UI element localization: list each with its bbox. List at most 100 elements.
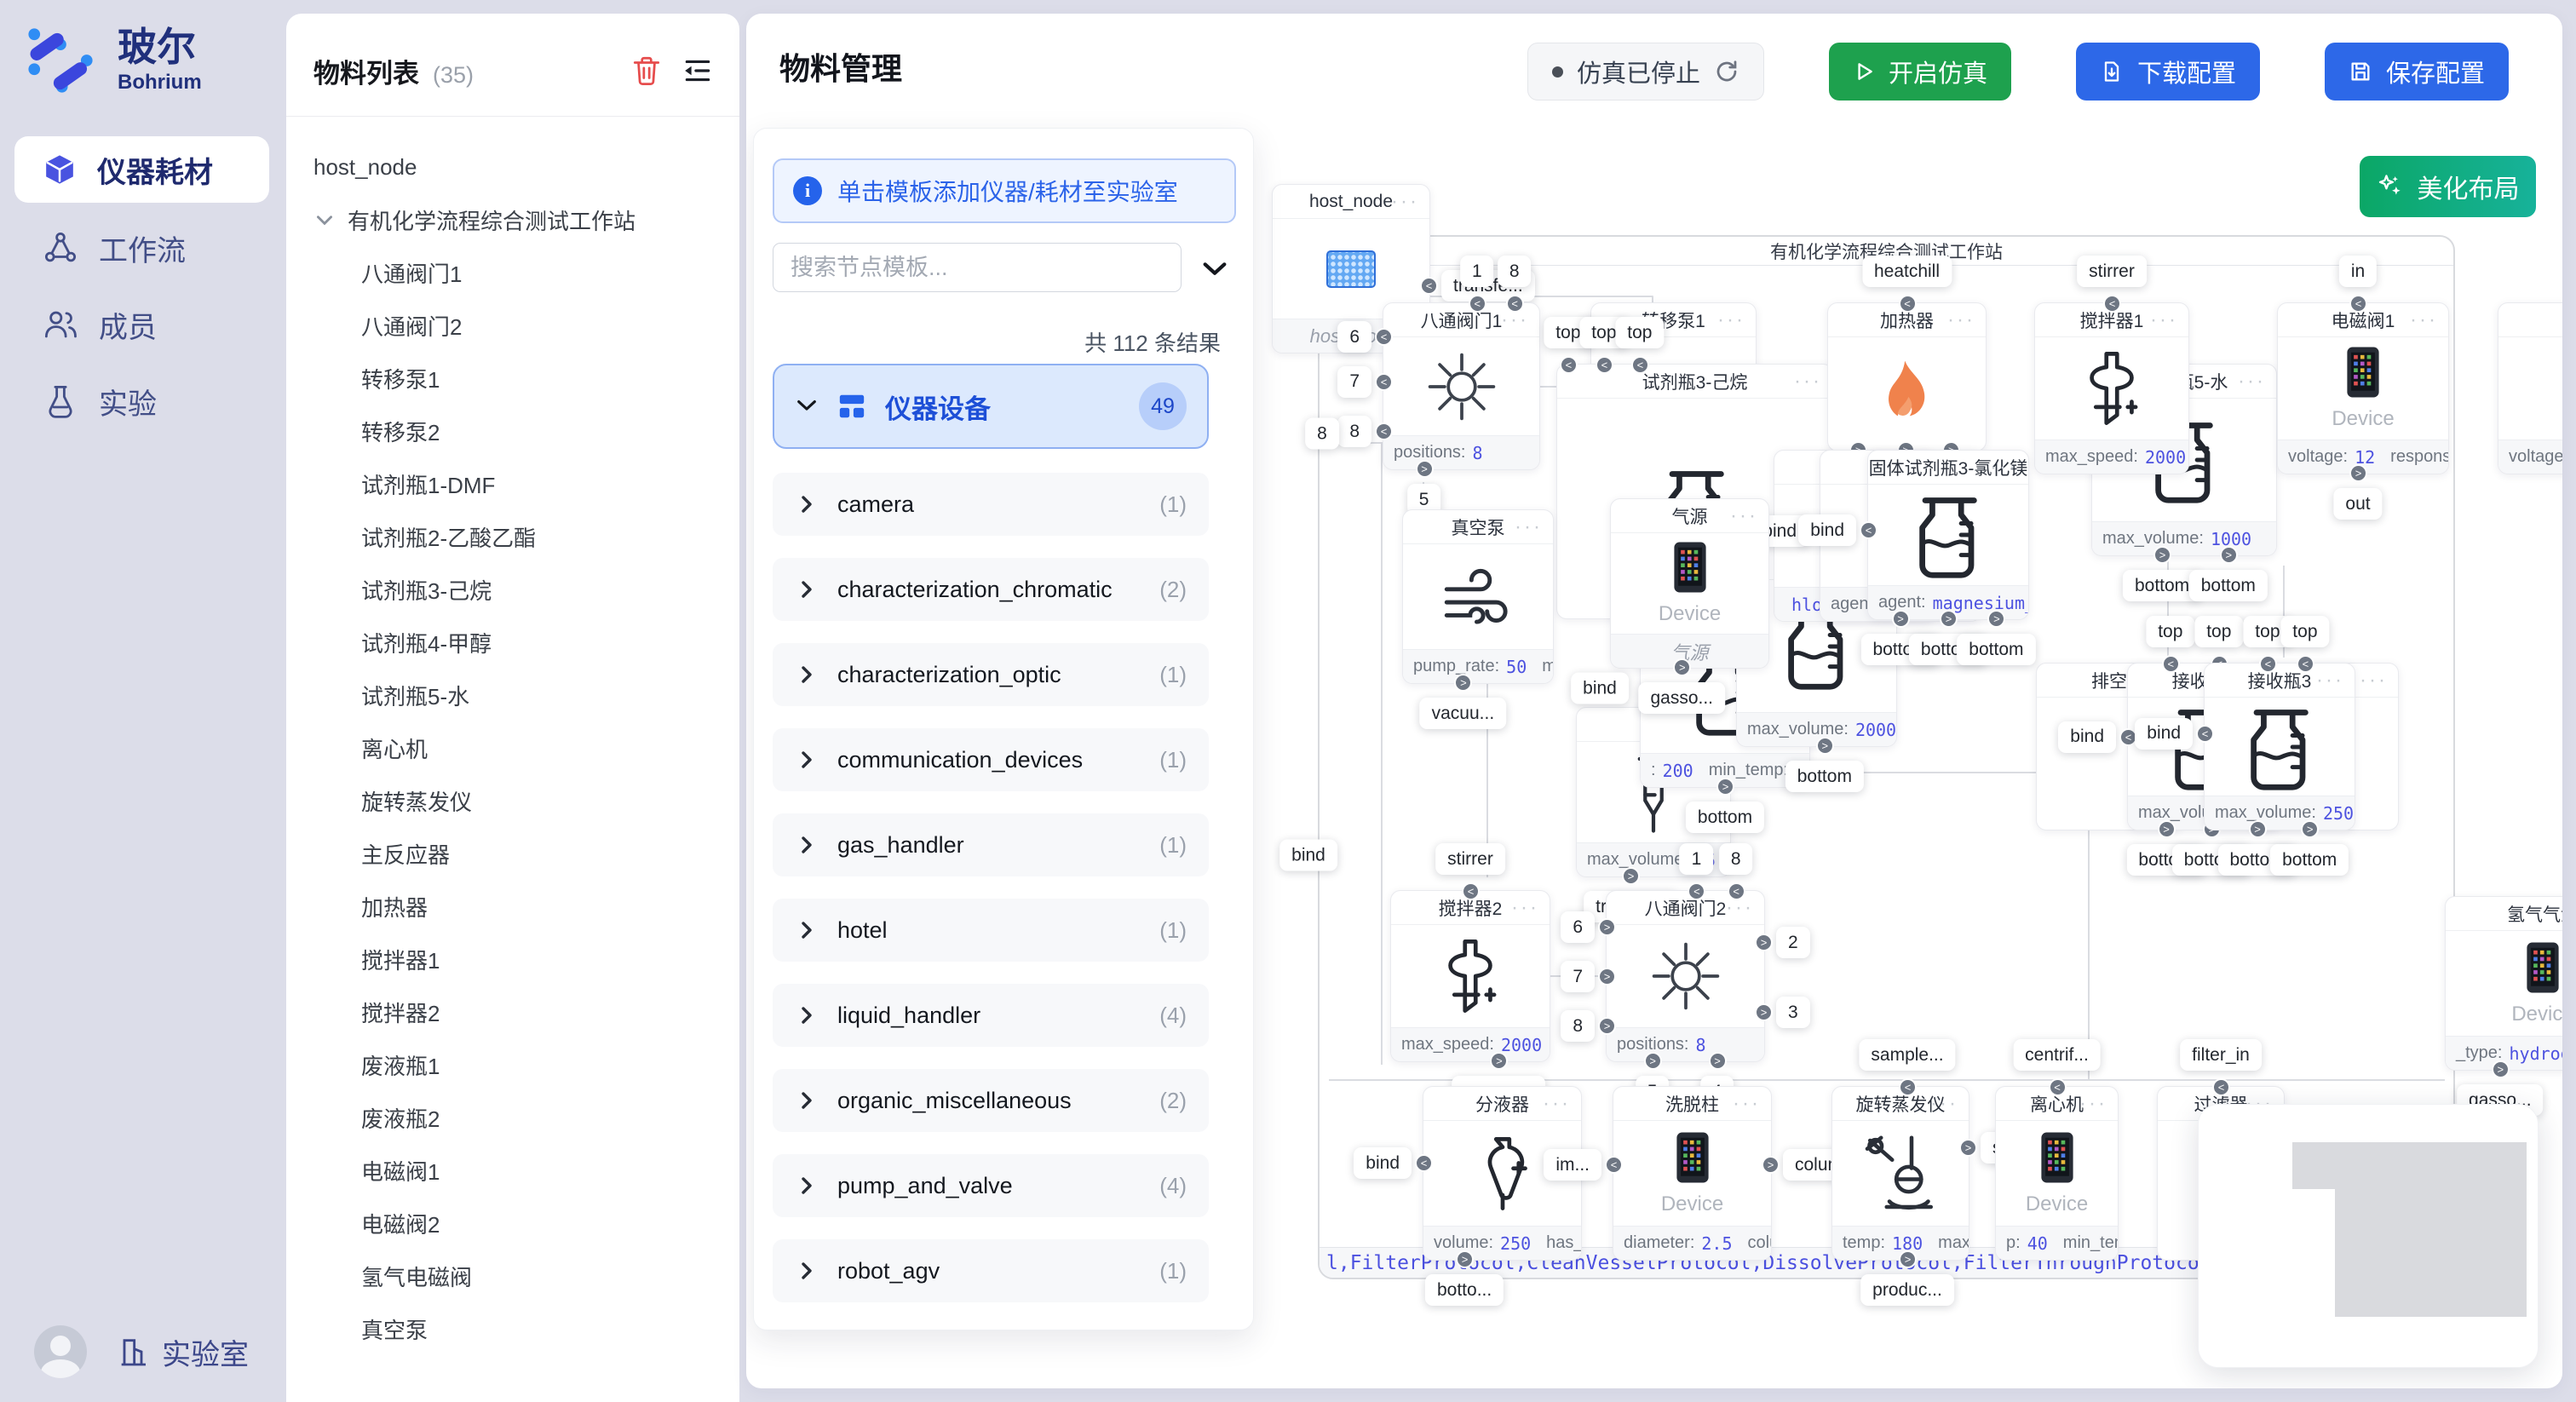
sidebar-item-members[interactable]: 成员: [0, 286, 285, 363]
node-menu-icon[interactable]: ···: [1990, 451, 2018, 485]
port-top[interactable]: top: [2280, 616, 2329, 647]
user-avatar[interactable]: [34, 1325, 87, 1378]
chevron-down-icon[interactable]: [1200, 258, 1229, 280]
node-menu-icon[interactable]: ···: [2079, 1087, 2107, 1121]
simulation-status-badge[interactable]: 仿真已停止: [1527, 43, 1764, 101]
node-menu-icon[interactable]: ···: [1733, 1087, 1761, 1121]
material-item[interactable]: 电磁阀2: [313, 1197, 739, 1250]
port-dot[interactable]: >: [1622, 867, 1640, 885]
flow-canvas[interactable]: 有机化学流程综合测试工作站 l,FilterProtocol,CleanVess…: [746, 14, 2562, 1388]
material-item[interactable]: 八通阀门1: [313, 246, 739, 299]
port-dot[interactable]: >: [2349, 464, 2367, 482]
canvas-node-stirrer1[interactable]: 搅拌器1 ··· max_speed:2000 <stirrer: [2034, 302, 2189, 474]
port-in[interactable]: in: [2339, 256, 2377, 287]
start-simulation-button[interactable]: 开启仿真: [1829, 43, 2011, 101]
port-dot[interactable]: <: [2049, 1078, 2067, 1096]
port-heatchill[interactable]: heatchill: [1862, 256, 1952, 287]
canvas-node-rotavap[interactable]: 旋转蒸发仪 ··· temp:180max_rotation_speed: <s…: [1831, 1086, 1969, 1261]
port-dot[interactable]: >: [1598, 1017, 1616, 1035]
template-item-gas_handler[interactable]: gas_handler (1): [773, 813, 1209, 876]
port-bottom[interactable]: bottom: [1957, 634, 2035, 665]
port-sample...[interactable]: sample...: [1859, 1039, 1955, 1071]
port-vacuu...[interactable]: vacuu...: [1420, 698, 1507, 729]
material-item[interactable]: 搅拌器2: [313, 985, 739, 1038]
port-8[interactable]: 8: [1719, 843, 1753, 875]
port-dot[interactable]: >: [1644, 1052, 1662, 1070]
port-dot[interactable]: <: [2349, 295, 2367, 313]
material-item[interactable]: host_node: [313, 141, 739, 193]
beautify-layout-button[interactable]: 美化布局: [2360, 156, 2536, 217]
node-menu-icon[interactable]: ···: [1511, 891, 1539, 925]
port-centrif...[interactable]: centrif...: [2013, 1039, 2101, 1071]
port-bind[interactable]: bind: [1279, 840, 1337, 871]
material-item[interactable]: 电磁阀1: [313, 1144, 739, 1197]
template-item-communication_devices[interactable]: communication_devices (1): [773, 728, 1209, 791]
material-item[interactable]: 转移泵1: [313, 352, 739, 405]
sidebar-item-experiments[interactable]: 实验: [0, 363, 285, 440]
port-2[interactable]: 2: [1776, 927, 1810, 958]
port-dot[interactable]: <: [2212, 1078, 2230, 1096]
canvas-node-solenoid1[interactable]: 电磁阀1 ··· Device voltage:12response_time:…: [2277, 302, 2449, 474]
save-config-button[interactable]: 保存配置: [2325, 43, 2509, 101]
canvas-node-elution-column[interactable]: 洗脱柱 ··· Device diameter:2.5column_type:s…: [1613, 1086, 1772, 1261]
node-menu-icon[interactable]: ···: [1543, 1087, 1571, 1121]
port-bottom[interactable]: bottom: [1785, 761, 1864, 792]
refresh-icon[interactable]: [1714, 59, 1739, 84]
template-item-camera[interactable]: camera (1): [773, 473, 1209, 536]
canvas-node-stirrer2[interactable]: 搅拌器2 ··· max_speed:2000 <stirrer>separa.…: [1390, 890, 1550, 1062]
port-bind[interactable]: bind: [1571, 673, 1629, 704]
port-dot[interactable]: >: [1959, 1139, 1977, 1157]
port-dot[interactable]: >: [2220, 546, 2238, 564]
material-item[interactable]: 真空泵: [313, 1302, 739, 1355]
template-item-characterization_chromatic[interactable]: characterization_chromatic (2): [773, 558, 1209, 621]
port-dot[interactable]: <: [1462, 882, 1480, 900]
material-item[interactable]: 转移泵2: [313, 405, 739, 457]
template-item-organic_miscellaneous[interactable]: organic_miscellaneous (2): [773, 1069, 1209, 1132]
template-search-input[interactable]: [773, 243, 1182, 292]
canvas-node-centrifuge[interactable]: 离心机 ··· Device p:40min_temp:4max_spe <ce…: [1995, 1086, 2119, 1261]
material-item[interactable]: 加热器: [313, 880, 739, 933]
port-dot[interactable]: <: [2297, 655, 2314, 673]
port-dot[interactable]: >: [1456, 1250, 1474, 1268]
material-item[interactable]: 主反应器: [313, 827, 739, 880]
canvas-node-vacuum-pump[interactable]: 真空泵 ··· pump_rate:50max_vacuum:0.1 >vacu…: [1402, 509, 1554, 684]
port-dot[interactable]: <: [2196, 725, 2214, 743]
port-bottom[interactable]: bottom: [2189, 570, 2268, 601]
port-dot[interactable]: >: [1892, 610, 1910, 628]
port-dot[interactable]: <: [1375, 373, 1393, 391]
material-item[interactable]: 旋转蒸发仪: [313, 774, 739, 827]
material-item[interactable]: 离心机: [313, 721, 739, 774]
port-dot[interactable]: >: [1416, 460, 1434, 478]
port-dot[interactable]: <: [1631, 356, 1649, 374]
material-item[interactable]: 搅拌器1: [313, 933, 739, 985]
material-item[interactable]: 试剂瓶5-水: [313, 669, 739, 721]
port-7[interactable]: 7: [1337, 366, 1371, 398]
material-item[interactable]: 有机化学流程综合测试工作站: [313, 193, 739, 246]
trash-icon[interactable]: [630, 55, 663, 87]
port-out[interactable]: out: [2333, 488, 2382, 520]
node-menu-icon[interactable]: ···: [1717, 303, 1745, 337]
template-item-liquid_handler[interactable]: liquid_handler (4): [773, 984, 1209, 1047]
node-menu-icon[interactable]: ···: [2316, 664, 2344, 698]
port-bottom[interactable]: bottom: [1686, 802, 1764, 833]
port-top[interactable]: top: [2194, 616, 2243, 647]
port-bind[interactable]: bind: [1798, 514, 1856, 546]
port-dot[interactable]: <: [1469, 295, 1486, 313]
port-dot[interactable]: >: [2153, 546, 2171, 564]
port-7[interactable]: 7: [1561, 961, 1595, 992]
port-dot[interactable]: <: [1375, 328, 1393, 346]
port-filter_in[interactable]: filter_in: [2180, 1039, 2262, 1071]
port-6[interactable]: 6: [1337, 321, 1371, 353]
node-menu-icon[interactable]: ···: [1794, 365, 1822, 399]
port-gasso...[interactable]: gasso...: [1638, 682, 1725, 714]
port-dot[interactable]: >: [2492, 1060, 2510, 1078]
node-menu-icon[interactable]: ···: [1730, 499, 1758, 533]
collapse-panel-icon[interactable]: [681, 55, 714, 87]
port-1[interactable]: 1: [1460, 256, 1494, 287]
sidebar-item-workflow[interactable]: 工作流: [0, 210, 285, 286]
material-item[interactable]: 废液瓶2: [313, 1091, 739, 1144]
port-1[interactable]: 1: [1680, 843, 1714, 875]
port-dot[interactable]: >: [1899, 1250, 1917, 1268]
port-8[interactable]: 8: [1305, 418, 1339, 450]
material-item[interactable]: 废液瓶1: [313, 1038, 739, 1091]
